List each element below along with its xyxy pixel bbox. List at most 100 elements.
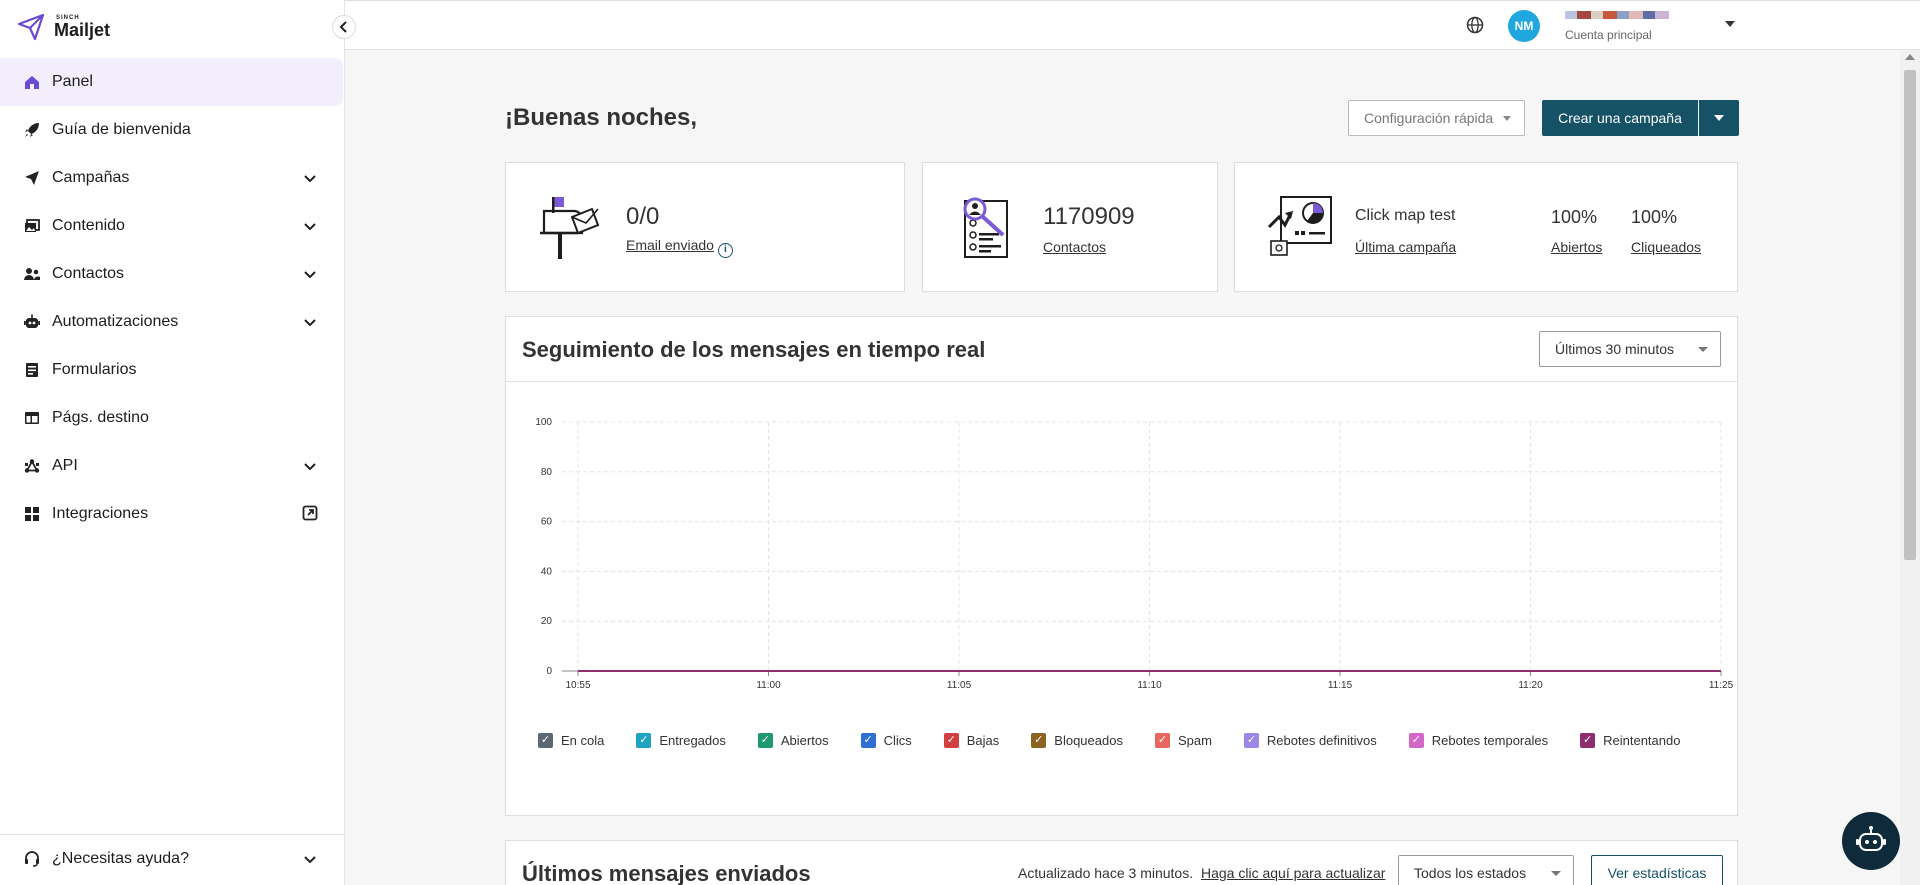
contacts-card: 1170909 Contactos: [922, 162, 1218, 292]
legend-label: Bloqueados: [1054, 733, 1123, 748]
legend-item[interactable]: ✓ Rebotes temporales: [1408, 733, 1548, 748]
sidebar-item-label: Contactos: [52, 265, 125, 282]
caret-down-icon: [1503, 115, 1512, 121]
last-campaign-link[interactable]: Última campaña: [1355, 239, 1456, 255]
chart-legend: ✓ En cola ✓ Entregados ✓ Abiertos ✓ Clics ✓ Bajas…: [538, 733, 1688, 748]
checkbox-checked-icon[interactable]: ✓: [757, 733, 773, 748]
refresh-link[interactable]: Haga clic aquí para actualizar: [1201, 865, 1385, 881]
sidebar-item-automatizaciones[interactable]: Automatizaciones: [0, 298, 344, 346]
checkbox-checked-icon[interactable]: ✓: [1243, 733, 1259, 748]
image-icon: [22, 216, 42, 236]
mailbox-icon: [540, 197, 600, 259]
legend-item[interactable]: ✓ Rebotes definitivos: [1243, 733, 1377, 748]
caret-down-icon: [1714, 115, 1724, 121]
rocket-icon: [22, 120, 42, 140]
checkbox-checked-icon[interactable]: ✓: [1154, 733, 1170, 748]
brand-name: Mailjet: [54, 20, 111, 40]
legend-item[interactable]: ✓ Spam: [1154, 733, 1212, 748]
checkbox-checked-icon[interactable]: ✓: [943, 733, 959, 748]
globe-icon[interactable]: [1465, 15, 1485, 35]
checkbox-checked-icon[interactable]: ✓: [1408, 733, 1424, 748]
sidebar-item-contactos[interactable]: Contactos: [0, 250, 344, 298]
checkbox-checked-icon[interactable]: ✓: [1031, 733, 1047, 748]
campaign-name: Click map test: [1355, 207, 1456, 224]
account-dropdown-caret-icon[interactable]: [1725, 21, 1735, 27]
external-link-icon: [302, 505, 318, 521]
chevron-down-icon: [304, 319, 316, 327]
scroll-thumb[interactable]: [1904, 70, 1916, 560]
sidebar-item-api[interactable]: API: [0, 442, 344, 490]
scroll-up-arrow-icon[interactable]: [1905, 54, 1915, 60]
view-stats-button[interactable]: Ver estadísticas: [1591, 855, 1723, 885]
chatbot-button[interactable]: [1842, 812, 1900, 870]
emails-sent-link[interactable]: Email enviado: [626, 237, 714, 253]
checkbox-checked-icon[interactable]: ✓: [1580, 733, 1596, 748]
realtime-chart: 0 20 40 60 80 100 10:55 11:00 11:05 11:10 11:15 11:…: [535, 417, 1734, 691]
sidebar-item-págs-destino[interactable]: Págs. destino: [0, 394, 344, 442]
sidebar-item-label: Panel: [52, 73, 93, 90]
last-sent-title: Últimos mensajes enviados: [522, 861, 811, 885]
legend-item[interactable]: ✓ Bajas: [943, 733, 999, 748]
clicked-link[interactable]: Cliqueados: [1631, 239, 1701, 255]
caret-down-icon: [1698, 347, 1708, 352]
y-tick-label: 40: [541, 566, 553, 577]
checkbox-checked-icon[interactable]: ✓: [538, 733, 553, 748]
home-icon: [22, 72, 42, 92]
emails-sent-card: 0/0 Email enviado i: [505, 162, 905, 292]
account-swatch: [1603, 11, 1617, 19]
x-tick-label: 11:10: [1137, 680, 1162, 691]
sidebar-item-integraciones[interactable]: Integraciones: [0, 490, 344, 538]
sidebar-item-contenido[interactable]: Contenido: [0, 202, 344, 250]
headset-icon: [22, 849, 42, 869]
y-tick-label: 80: [541, 467, 553, 478]
checkbox-checked-icon[interactable]: ✓: [860, 733, 876, 748]
info-icon[interactable]: i: [717, 243, 733, 258]
avatar[interactable]: NM: [1508, 10, 1540, 42]
chevron-down-icon: [304, 856, 316, 864]
create-campaign-menu-button[interactable]: [1699, 100, 1739, 136]
x-tick-label: 11:25: [1709, 680, 1734, 691]
mailjet-logo[interactable]: SINCH Mailjet: [16, 12, 110, 42]
help-menu[interactable]: ¿Necesitas ayuda?: [0, 834, 344, 882]
app: SINCH Mailjet Panel Guía de bienvenida Cam…: [0, 0, 1920, 885]
legend-item[interactable]: ✓ Bloqueados: [1031, 733, 1123, 748]
checkbox-checked-icon[interactable]: ✓: [636, 733, 652, 748]
legend-label: En cola: [561, 733, 605, 748]
legend-item[interactable]: ✓ Entregados: [636, 733, 726, 748]
paper-plane-logo-icon: [17, 13, 45, 41]
sidebar-item-label: Campañas: [52, 169, 130, 186]
tracking-title: Seguimiento de los mensajes en tiempo re…: [522, 337, 986, 362]
opened-link[interactable]: Abiertos: [1551, 239, 1602, 255]
last-campaign-card: Click map test Última campaña 100% Abier…: [1234, 162, 1738, 292]
sidebar-item-panel[interactable]: Panel: [0, 58, 343, 106]
scrollbar[interactable]: [1900, 50, 1920, 885]
account-label: Cuenta principal: [1565, 28, 1652, 42]
quick-config-label: Configuración rápida: [1364, 110, 1494, 126]
legend-item[interactable]: ✓ Clics: [860, 733, 912, 748]
quick-config-dropdown[interactable]: Configuración rápida: [1348, 100, 1525, 136]
account-swatch: [1643, 11, 1655, 19]
sidebar-item-formularios[interactable]: Formularios: [0, 346, 344, 394]
y-tick-label: 100: [535, 417, 552, 428]
contacts-link[interactable]: Contactos: [1043, 239, 1106, 255]
last-sent-panel: Últimos mensajes enviados Actualizado ha…: [505, 840, 1738, 885]
legend-label: Clics: [883, 733, 912, 748]
create-campaign-button[interactable]: Crear una campaña: [1542, 100, 1698, 136]
y-tick-label: 20: [541, 616, 553, 627]
collapse-sidebar-button[interactable]: [332, 15, 356, 39]
time-range-select[interactable]: Últimos 30 minutos: [1539, 331, 1721, 367]
layout-icon: [22, 408, 42, 428]
sidebar-item-campañas[interactable]: Campañas: [0, 154, 344, 202]
emails-sent-value: 0/0: [626, 203, 660, 230]
legend-item[interactable]: ✓ En cola: [538, 733, 604, 748]
status-filter-select[interactable]: Todos los estados: [1398, 855, 1574, 885]
time-range-value: Últimos 30 minutos: [1555, 341, 1675, 357]
realtime-tracking-panel: Seguimiento de los mensajes en tiempo re…: [505, 316, 1738, 816]
sidebar-item-label: Guía de bienvenida: [52, 121, 191, 138]
legend-item[interactable]: ✓ Abiertos: [757, 733, 829, 748]
chevron-down-icon: [304, 463, 316, 471]
topbar: NM Cuenta principal: [345, 0, 1920, 50]
sidebar-item-guía-de-bienvenida[interactable]: Guía de bienvenida: [0, 106, 344, 154]
updated-text: Actualizado hace 3 minutos.: [1018, 865, 1194, 881]
legend-item[interactable]: ✓ Reintentando: [1580, 733, 1680, 748]
